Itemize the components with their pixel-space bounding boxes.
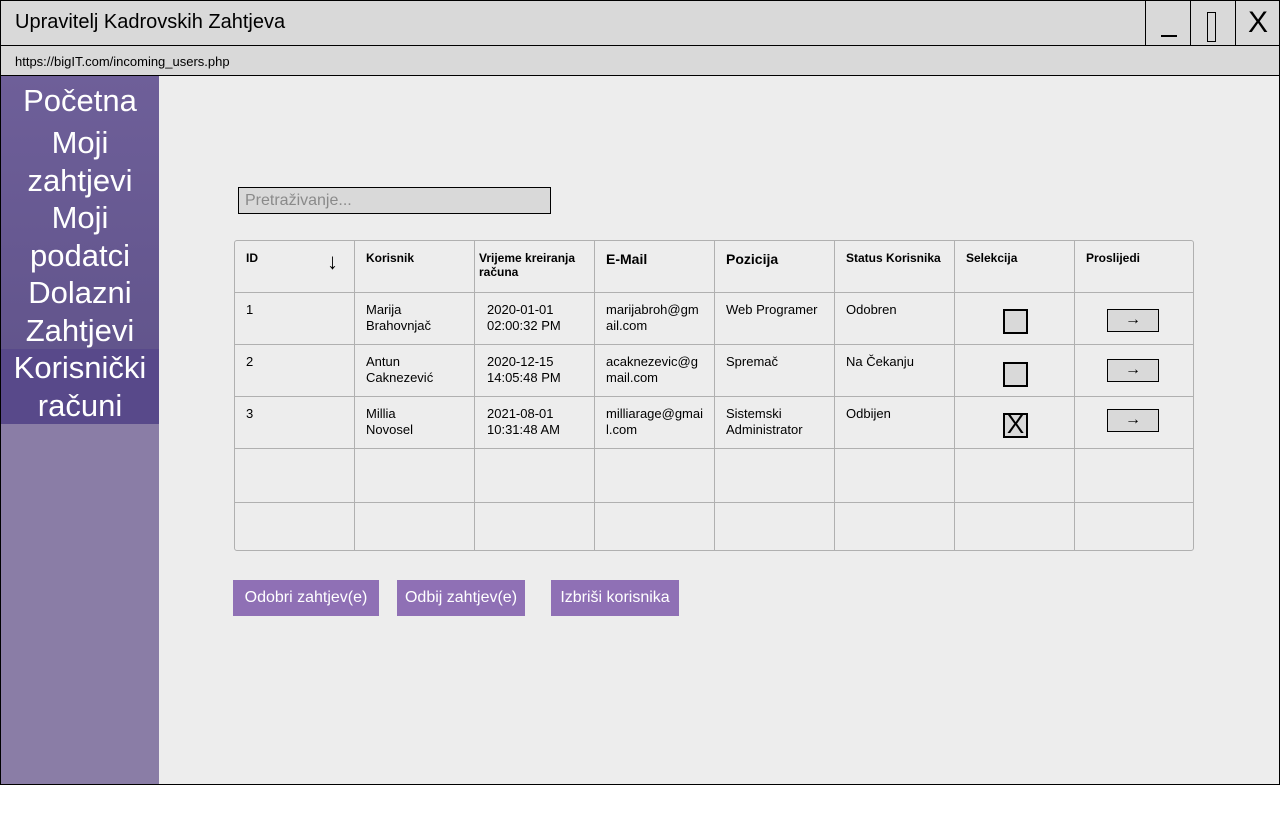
address-bar[interactable]: https://bigIT.com/incoming_users.php	[1, 46, 1279, 76]
close-icon: X	[1247, 6, 1268, 39]
cell-id: 1	[246, 302, 254, 317]
cell-status: Na Čekanju	[846, 354, 914, 369]
header-label: ID	[246, 251, 258, 265]
cell-created: 2020-01-01 02:00:32 PM	[487, 302, 561, 333]
cell-status: Odbijen	[846, 406, 891, 421]
column-header-vrijeme: Vrijeme kreiranja računa	[479, 251, 576, 279]
cell-id: 3	[246, 406, 254, 421]
cell-position: Spremač	[726, 354, 779, 369]
cell-user: Antun Caknezević	[366, 354, 434, 385]
column-header-pozicija: Pozicija	[726, 251, 779, 267]
minimize-icon	[1161, 35, 1177, 37]
cell-user: Marija Brahovnjač	[366, 302, 432, 333]
title-bar: Upravitelj Kadrovskih Zahtjeva X	[1, 1, 1279, 46]
reject-button[interactable]: Odbij zahtjev(e)	[397, 580, 525, 616]
arrow-right-icon: →	[1125, 361, 1141, 378]
column-header-status: Status Korisnika	[846, 251, 941, 265]
cell-created: 2021-08-01 10:31:48 AM	[487, 406, 560, 437]
cell-email: marijabroh@gmail.com	[606, 302, 699, 333]
row-divider	[235, 344, 1193, 345]
column-header-selekcija: Selekcija	[966, 251, 1018, 265]
window-title: Upravitelj Kadrovskih Zahtjeva	[15, 11, 286, 33]
row-divider	[235, 448, 1193, 449]
check-x-icon: X	[1006, 409, 1025, 439]
sidebar-item-korisnicki-racuni[interactable]: Korisnički računi	[1, 349, 159, 424]
maximize-icon	[1207, 12, 1216, 42]
column-header-email: E-Mail	[606, 251, 648, 267]
sidebar-item-moji-zahtjevi[interactable]: Moji zahtjevi	[1, 124, 159, 200]
forward-button[interactable]: →	[1107, 309, 1159, 332]
arrow-right-icon: →	[1125, 411, 1141, 428]
cell-email: milliarage@gmail.com	[606, 406, 704, 437]
column-header-korisnik: Korisnik	[366, 251, 415, 265]
app-window: Upravitelj Kadrovskih Zahtjeva X https:/…	[0, 0, 1280, 785]
cell-status: Odobren	[846, 302, 897, 317]
sort-down-icon[interactable]: ↓	[327, 249, 338, 275]
row-divider	[235, 396, 1193, 397]
cell-email: acaknezevic@gmail.com	[606, 354, 698, 385]
approve-button[interactable]: Odobri zahtjev(e)	[233, 580, 379, 616]
sidebar-item-moji-podatci[interactable]: Moji podatci	[1, 199, 159, 275]
sidebar-item-pocetna[interactable]: Početna	[1, 82, 159, 120]
close-button[interactable]: X	[1235, 1, 1279, 45]
sidebar: Početna Moji zahtjevi Moji podatci Dolaz…	[1, 76, 159, 784]
selection-checkbox-checked[interactable]: X	[1003, 411, 1028, 438]
forward-button[interactable]: →	[1107, 409, 1159, 432]
minimize-button[interactable]	[1145, 1, 1189, 45]
cell-created: 2020-12-15 14:05:48 PM	[487, 354, 561, 385]
row-divider	[235, 502, 1193, 503]
search-input[interactable]	[238, 187, 551, 214]
arrow-right-icon: →	[1125, 311, 1141, 328]
cell-position: Sistemski Administrator	[726, 406, 803, 437]
column-header-proslijedi: Proslijedi	[1086, 251, 1141, 265]
selection-checkbox[interactable]	[1003, 362, 1028, 387]
column-header-id[interactable]: ID ↓	[235, 241, 355, 293]
forward-button[interactable]: →	[1107, 359, 1159, 382]
row-divider	[235, 292, 1193, 293]
cell-id: 2	[246, 354, 254, 369]
url-text: https://bigIT.com/incoming_users.php	[15, 54, 230, 69]
users-table: ID ↓ Korisnik Vrijeme kreiranja računa E…	[234, 240, 1194, 551]
cell-user: Millia Novosel	[366, 406, 413, 437]
delete-user-button[interactable]: Izbriši korisnika	[551, 580, 679, 616]
cell-position: Web Programer	[726, 302, 818, 317]
maximize-button[interactable]	[1190, 1, 1234, 45]
selection-checkbox[interactable]	[1003, 309, 1028, 334]
sidebar-item-dolazni-zahtjevi[interactable]: Dolazni Zahtjevi	[1, 274, 159, 350]
